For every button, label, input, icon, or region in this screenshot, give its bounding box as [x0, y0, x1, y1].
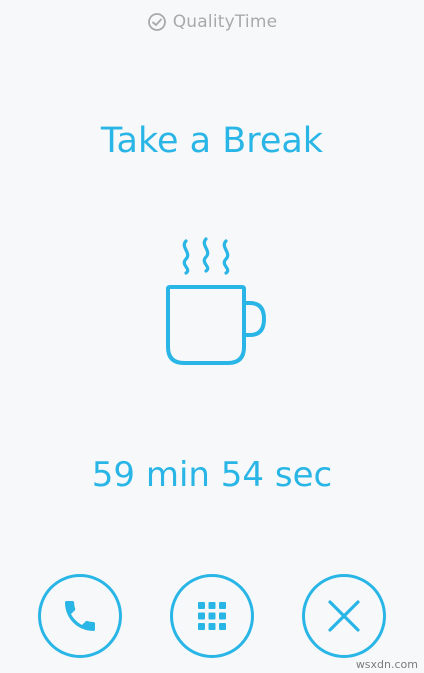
grid-icon [198, 602, 226, 630]
coffee-mug-icon [166, 237, 266, 365]
app-name: QualityTime [172, 12, 278, 32]
watermark: wsxdn.com [355, 658, 418, 671]
app-header: QualityTime [0, 10, 424, 34]
close-button[interactable] [302, 574, 386, 658]
phone-icon [65, 601, 95, 631]
page-title: Take a Break [100, 121, 324, 161]
close-icon [328, 600, 360, 632]
break-timer: 59 min 54 sec [91, 455, 333, 495]
apps-button[interactable] [170, 574, 254, 658]
call-button[interactable] [38, 574, 122, 658]
clock-check-icon [147, 13, 166, 31]
take-a-break-screen: QualityTime Take a Break 59 min 54 sec w… [0, 0, 424, 673]
